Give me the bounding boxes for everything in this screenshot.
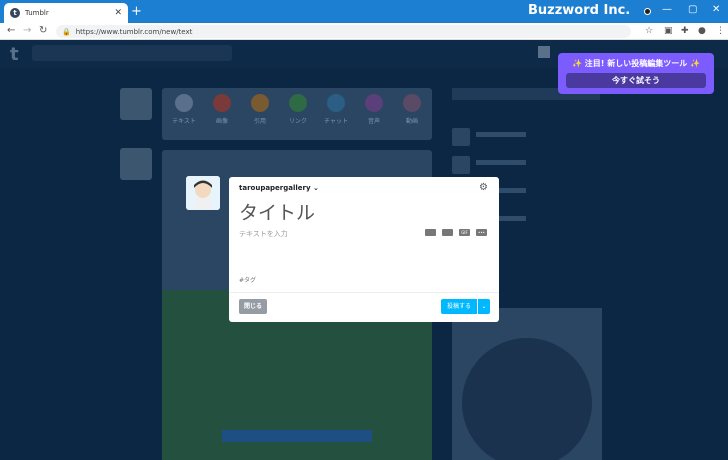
post-editor-dialog: taroupapergallery ⌄ ⚙ タイトル テキストを入力 GIF •… [229, 177, 499, 322]
post-type-audio: 音声 [362, 94, 386, 125]
maximize-icon[interactable]: ▢ [688, 4, 697, 15]
blog-avatar [186, 176, 220, 210]
window-close-icon[interactable]: ✕ [712, 4, 720, 15]
video-type-icon [403, 94, 421, 112]
reload-icon[interactable]: ↻ [39, 24, 47, 38]
address-bar[interactable]: 🔒 https://www.tumblr.com/new/text [56, 25, 631, 38]
tab-title: Tumblr [25, 9, 49, 17]
avatar-icon [186, 176, 220, 210]
lock-icon: 🔒 [62, 27, 71, 36]
divider [229, 292, 499, 293]
browser-toolbar: ← → ↻ 🔒 https://www.tumblr.com/new/text … [0, 23, 728, 40]
photo-type-icon [213, 94, 231, 112]
post-options-chevron-down-icon[interactable]: ⌄ [478, 299, 490, 314]
gif-icon[interactable]: GIF [459, 229, 470, 236]
close-button[interactable]: 閉じる [239, 299, 267, 314]
recommended-blog [452, 156, 602, 176]
post-button[interactable]: 投稿する [441, 299, 477, 314]
post-type-video: 動画 [400, 94, 424, 125]
new-tab-button[interactable]: + [131, 3, 142, 21]
camera-icon[interactable] [425, 229, 436, 236]
text-input[interactable]: テキストを入力 [239, 229, 288, 239]
post-author-avatar [120, 148, 152, 180]
post-type-chat: チャット [324, 94, 348, 125]
gear-icon[interactable]: ⚙ [479, 182, 488, 193]
tumblr-favicon-icon: t [10, 8, 20, 18]
account-icon[interactable]: ● [698, 25, 706, 37]
home-icon [538, 46, 550, 58]
blog-selector[interactable]: taroupapergallery ⌄ [239, 184, 319, 192]
close-tab-icon[interactable]: ✕ [114, 8, 122, 18]
media-toolbar: GIF ••• [425, 229, 487, 236]
promo-title: ✨ 注目! 新しい投稿編集ツール ✨ [572, 59, 700, 68]
post-action-button [222, 430, 372, 442]
radar-post [452, 308, 602, 460]
chat-type-icon [327, 94, 345, 112]
menu-icon[interactable]: ⋮ [716, 25, 725, 37]
quote-type-icon [251, 94, 269, 112]
tumblr-logo-icon: t [10, 44, 19, 65]
extensions-icon[interactable]: ✚ [681, 25, 689, 37]
audio-type-icon [365, 94, 383, 112]
minimize-icon[interactable]: — [662, 4, 672, 15]
screenshot-extension-icon[interactable]: ▣ [664, 25, 673, 37]
post-type-link: リンク [286, 94, 310, 125]
user-avatar [120, 88, 152, 120]
post-type-text: テキスト [172, 94, 196, 125]
brand-watermark: Buzzword Inc. [528, 3, 631, 18]
recommended-blog [452, 128, 602, 148]
post-type-bar: テキスト 画像 引用 リンク チャット 音声 動画 [162, 88, 432, 140]
search-bar [32, 45, 232, 61]
browser-tab[interactable]: t Tumblr ✕ [4, 3, 128, 23]
more-icon[interactable]: ••• [476, 229, 487, 236]
profile-icon[interactable] [644, 8, 651, 15]
back-icon[interactable]: ← [7, 24, 15, 38]
bookmark-star-icon[interactable]: ☆ [645, 25, 653, 37]
post-type-photo: 画像 [210, 94, 234, 125]
forward-icon[interactable]: → [23, 24, 31, 38]
browser-tabbar: t Tumblr ✕ + Buzzword Inc. — ▢ ✕ [0, 0, 728, 23]
title-input[interactable]: タイトル [239, 198, 315, 225]
text-type-icon [175, 94, 193, 112]
radar-image [462, 338, 592, 460]
video-camera-icon[interactable] [442, 229, 453, 236]
url-text: https://www.tumblr.com/new/text [75, 27, 193, 36]
link-type-icon [289, 94, 307, 112]
new-editor-promo: ✨ 注目! 新しい投稿編集ツール ✨ 今すぐ試そう [558, 53, 714, 94]
post-type-quote: 引用 [248, 94, 272, 125]
tags-input[interactable]: #タグ [239, 275, 256, 284]
try-now-button[interactable]: 今すぐ試そう [566, 73, 706, 88]
